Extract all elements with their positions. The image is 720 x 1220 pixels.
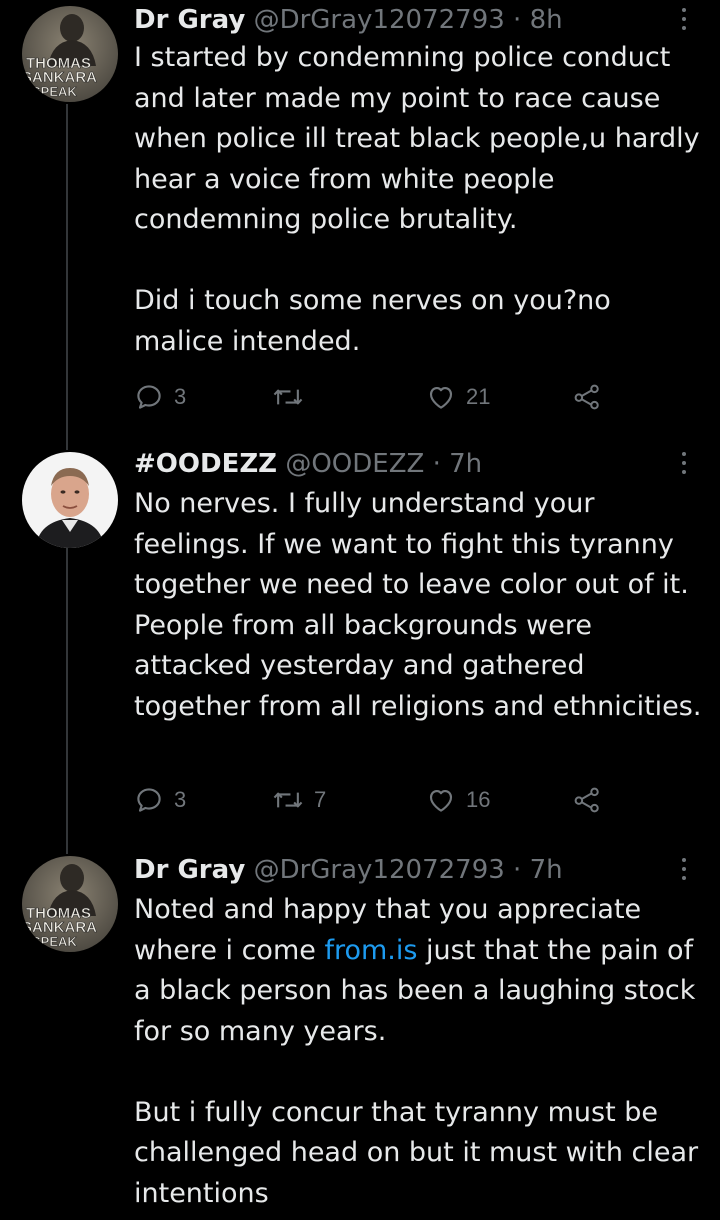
like-count: 16 bbox=[466, 787, 491, 812]
more-options-icon[interactable] bbox=[668, 854, 700, 884]
tweet-actions: 3 21 bbox=[134, 377, 614, 417]
reply-count: 3 bbox=[174, 384, 187, 409]
tweet-paragraph: No nerves. I fully understand your feeli… bbox=[134, 488, 702, 722]
tweet-paragraph: Did i touch some nerves on you?no malice… bbox=[134, 285, 611, 357]
more-options-icon[interactable] bbox=[668, 4, 700, 34]
tweet-text: I started by condemning police conduct a… bbox=[134, 38, 706, 362]
share-icon bbox=[574, 384, 599, 410]
separator-dot: · bbox=[513, 5, 522, 35]
reply-button[interactable]: 3 bbox=[134, 377, 186, 417]
tweet[interactable]: #OODEZZ @OODEZZ · 7h No nerves. I fully … bbox=[0, 444, 720, 844]
tweet[interactable]: THOMAS SANKARA SPEAK Dr Gray @DrGray1207… bbox=[0, 0, 720, 440]
retweet-button[interactable] bbox=[272, 377, 314, 417]
share-button[interactable] bbox=[572, 780, 602, 820]
reply-icon bbox=[137, 788, 161, 812]
user-handle[interactable]: @DrGray12072793 bbox=[254, 855, 505, 885]
retweet-icon bbox=[273, 389, 303, 405]
avatar-image bbox=[22, 452, 118, 548]
display-name[interactable]: #OODEZZ bbox=[134, 449, 277, 479]
heart-icon bbox=[429, 789, 453, 812]
timestamp[interactable]: 7h bbox=[449, 449, 482, 479]
tweet-link[interactable]: from.is bbox=[324, 935, 417, 966]
share-button[interactable] bbox=[572, 377, 602, 417]
display-name[interactable]: Dr Gray bbox=[134, 5, 245, 35]
like-button[interactable]: 16 bbox=[426, 780, 490, 820]
tweet-paragraph: I started by condemning police conduct a… bbox=[134, 42, 700, 235]
tweet-header: Dr Gray @DrGray12072793 · 7h bbox=[134, 850, 563, 890]
reply-icon bbox=[137, 385, 161, 409]
reply-button[interactable]: 3 bbox=[134, 780, 186, 820]
share-icon bbox=[574, 787, 599, 813]
separator-dot: · bbox=[432, 449, 441, 479]
svg-text:SPEAK: SPEAK bbox=[32, 934, 77, 949]
retweet-button[interactable]: 7 bbox=[272, 780, 326, 820]
tweet-paragraph: But i fully concur that tyranny must be … bbox=[134, 1096, 699, 1209]
tweet-paragraph: Noted and happy that you appreciate wher… bbox=[134, 890, 706, 1052]
separator-dot: · bbox=[513, 855, 522, 885]
like-button[interactable]: 21 bbox=[426, 377, 490, 417]
user-handle[interactable]: @DrGray12072793 bbox=[254, 5, 505, 35]
avatar[interactable]: THOMAS SANKARA SPEAK bbox=[22, 6, 118, 102]
tweet-actions: 3 7 16 bbox=[134, 780, 614, 820]
display-name[interactable]: Dr Gray bbox=[134, 855, 245, 885]
retweet-count: 7 bbox=[314, 787, 327, 812]
retweet-icon bbox=[273, 792, 303, 808]
reply-count: 3 bbox=[174, 787, 187, 812]
tweet[interactable]: THOMAS SANKARA SPEAK Dr Gray @DrGray1207… bbox=[0, 850, 720, 1220]
more-options-icon[interactable] bbox=[668, 448, 700, 478]
timestamp[interactable]: 7h bbox=[530, 855, 563, 885]
avatar[interactable] bbox=[22, 452, 118, 548]
tweet-header: #OODEZZ @OODEZZ · 7h bbox=[134, 444, 482, 484]
like-count: 21 bbox=[466, 384, 491, 409]
avatar-image: THOMAS SANKARA SPEAK bbox=[22, 6, 118, 102]
user-handle[interactable]: @OODEZZ bbox=[285, 449, 424, 479]
tweet-text: No nerves. I fully understand your feeli… bbox=[134, 484, 706, 727]
avatar[interactable]: THOMAS SANKARA SPEAK bbox=[22, 856, 118, 952]
tweet-text: Noted and happy that you appreciate wher… bbox=[134, 890, 706, 1214]
timestamp[interactable]: 8h bbox=[530, 5, 563, 35]
avatar-image: THOMAS SANKARA SPEAK bbox=[22, 856, 118, 952]
tweet-header: Dr Gray @DrGray12072793 · 8h bbox=[134, 0, 563, 40]
svg-text:SPEAK: SPEAK bbox=[32, 84, 77, 99]
heart-icon bbox=[429, 386, 453, 409]
